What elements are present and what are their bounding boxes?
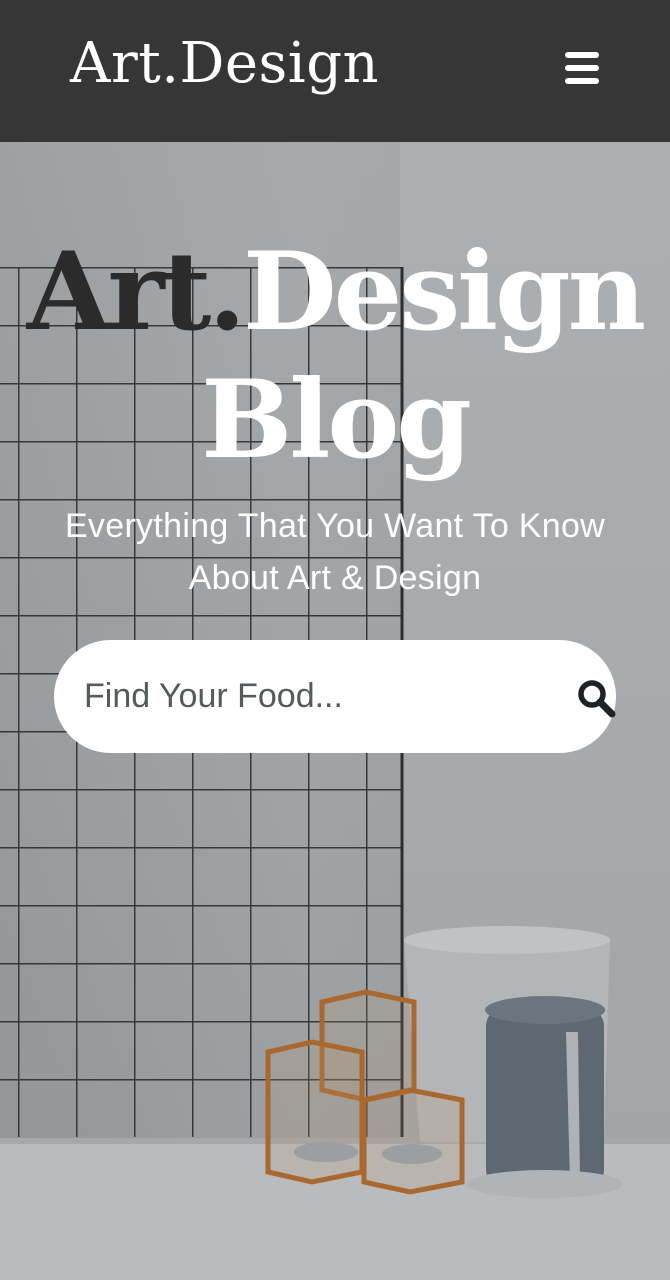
hero-subtitle-line2: About Art & Design bbox=[188, 559, 482, 597]
hero-subtitle: Everything That You Want To Know About A… bbox=[20, 500, 650, 604]
search-bar bbox=[54, 640, 616, 753]
top-navigation-bar: Art.Design bbox=[0, 0, 670, 142]
hero-title-design: Design bbox=[242, 229, 646, 355]
hamburger-menu-icon bbox=[565, 52, 599, 58]
hero-title: Art.Design Blog bbox=[0, 228, 670, 484]
hamburger-menu-icon bbox=[565, 65, 599, 71]
hero-subtitle-line1: Everything That You Want To Know bbox=[64, 507, 606, 545]
search-input[interactable] bbox=[84, 668, 544, 724]
search-icon[interactable] bbox=[576, 678, 616, 718]
hero-title-art: Art. bbox=[26, 229, 246, 355]
hamburger-menu-icon bbox=[565, 78, 599, 84]
brand-logo[interactable]: Art.Design bbox=[70, 36, 379, 92]
hamburger-menu-button[interactable] bbox=[562, 50, 604, 86]
hero-title-blog: Blog bbox=[201, 357, 472, 483]
